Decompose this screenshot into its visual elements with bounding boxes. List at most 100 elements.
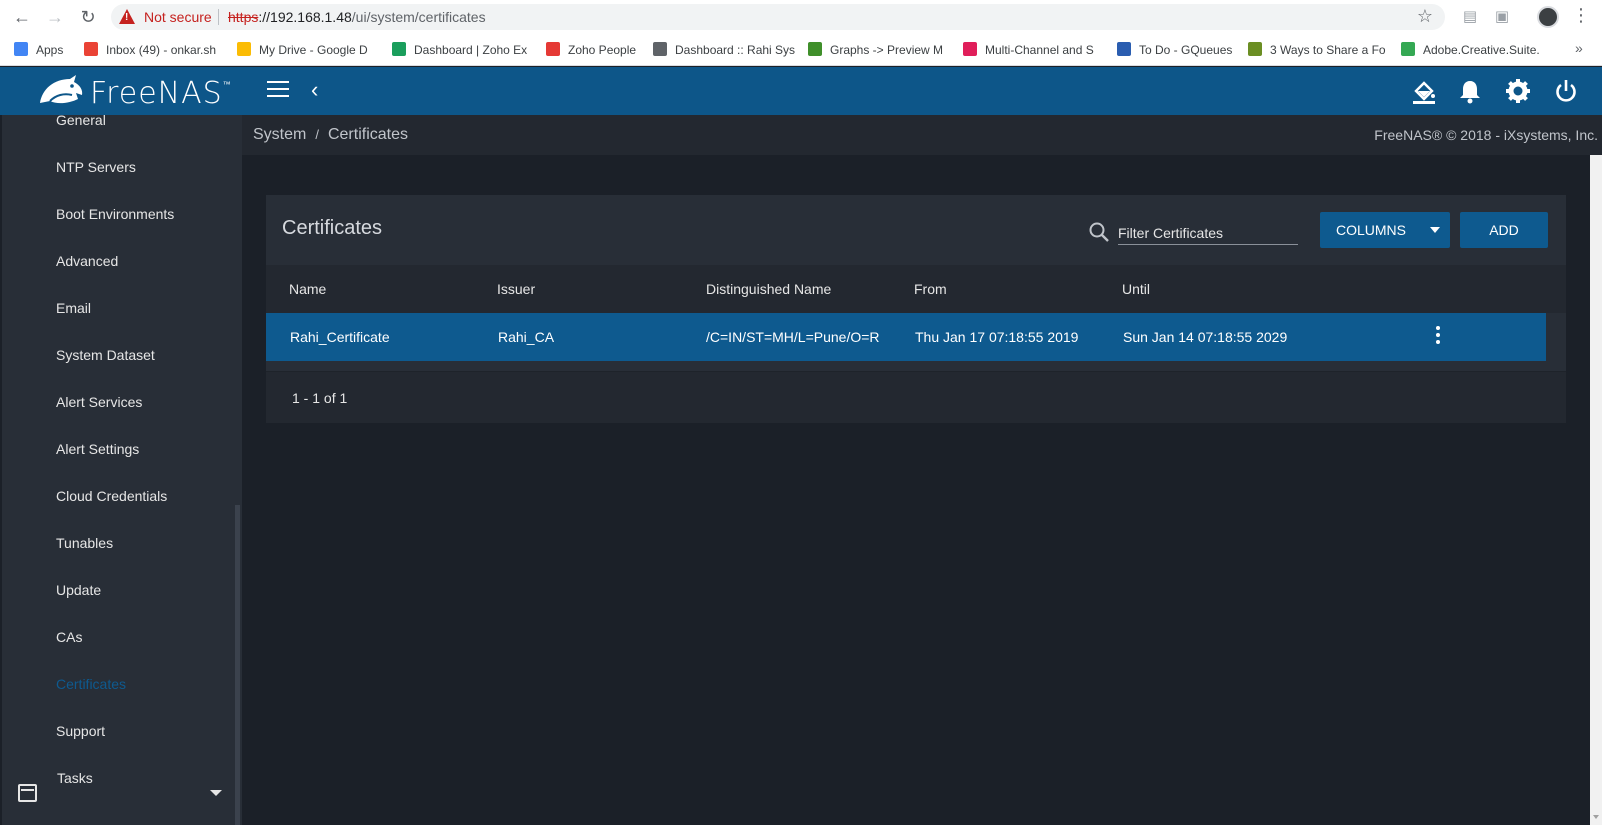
bookmark-favicon-icon <box>963 42 977 56</box>
column-header-issuer[interactable]: Issuer <box>497 281 535 297</box>
sidebar-item-cloud-credentials[interactable]: Cloud Credentials <box>56 488 167 504</box>
logo-text: FreeNAS™ <box>90 76 232 111</box>
sidebar-item-alert-settings[interactable]: Alert Settings <box>56 441 139 457</box>
breadcrumb-system[interactable]: System <box>253 126 306 143</box>
bookmark-item[interactable]: Multi-Channel and S <box>963 42 1094 57</box>
filter-certificates-input[interactable] <box>1118 221 1298 245</box>
sidebar-item-alert-services[interactable]: Alert Services <box>56 394 142 410</box>
bookmark-item[interactable]: My Drive - Google D <box>237 42 368 57</box>
bookmark-item[interactable]: Dashboard | Zoho Ex <box>392 42 527 57</box>
bookmark-item[interactable]: Apps <box>14 42 63 57</box>
sidebar-item-ntp-servers[interactable]: NTP Servers <box>56 159 136 175</box>
page-scrollbar[interactable] <box>1590 155 1602 825</box>
logo-trademark: ™ <box>222 80 232 89</box>
browser-toolbar: ← → ↻ Not secure https://192.168.1.48/ui… <box>0 0 1602 34</box>
gear-icon[interactable] <box>1504 77 1532 105</box>
sidebar-item-system-dataset[interactable]: System Dataset <box>56 347 155 363</box>
cell-name: Rahi_Certificate <box>290 329 390 345</box>
bookmark-label: Dashboard :: Rahi Sys <box>675 43 796 57</box>
bookmark-item[interactable]: Adobe.Creative.Suite. <box>1401 42 1540 57</box>
divider <box>266 361 1566 371</box>
security-label[interactable]: Not secure <box>144 9 212 25</box>
bookmark-label: Multi-Channel and S <box>985 43 1094 57</box>
column-header-until[interactable]: Until <box>1122 281 1150 297</box>
bookmark-item[interactable]: Dashboard :: Rahi Sys <box>653 42 795 57</box>
url-text[interactable]: https://192.168.1.48/ui/system/certifica… <box>228 9 486 25</box>
bell-icon[interactable] <box>1456 77 1484 105</box>
bookmark-item[interactable]: 3 Ways to Share a Fo <box>1248 42 1386 57</box>
certificates-card: Certificates COLUMNS ADD Name Issuer Dis… <box>266 195 1566 423</box>
bookmark-favicon-icon <box>1248 42 1262 56</box>
bookmark-label: 3 Ways to Share a Fo <box>1270 43 1386 57</box>
power-icon[interactable] <box>1552 77 1580 105</box>
bookmark-star-icon[interactable]: ☆ <box>1417 6 1433 27</box>
calendar-icon <box>18 784 37 802</box>
column-header-distinguished-name[interactable]: Distinguished Name <box>706 281 831 297</box>
sidebar-scrollbar[interactable] <box>235 505 240 825</box>
sidebar-item-tunables[interactable]: Tunables <box>56 535 113 551</box>
logo-word: FreeNAS <box>90 76 223 111</box>
sidebar-item-support[interactable]: Support <box>56 723 105 739</box>
bookmark-label: Dashboard | Zoho Ex <box>414 43 528 57</box>
warning-icon <box>119 9 135 24</box>
freenas-logo[interactable]: FreeNAS™ <box>0 67 242 115</box>
url-host: ://192.168.1.48 <box>258 9 352 25</box>
forward-arrow-icon[interactable]: → <box>45 7 65 27</box>
page-header: System / Certificates FreeNAS® © 2018 - iX… <box>242 115 1602 155</box>
sidebar-item-update[interactable]: Update <box>56 582 101 598</box>
bookmark-favicon-icon <box>808 42 822 56</box>
bookmark-favicon-icon <box>14 42 28 56</box>
extension-cast-icon[interactable]: ▤ <box>1460 7 1480 27</box>
bookmark-label: Inbox (49) - onkar.sh <box>106 43 217 57</box>
sidebar-item-boot-environments[interactable]: Boot Environments <box>56 206 174 222</box>
copyright-text: FreeNAS® © 2018 - iXsystems, Inc. <box>1374 127 1598 143</box>
browser-menu-icon[interactable]: ⋮ <box>1572 5 1590 26</box>
chevron-down-icon[interactable] <box>210 790 222 796</box>
column-header-from[interactable]: From <box>914 281 947 297</box>
url-scheme: https <box>228 9 259 25</box>
columns-button[interactable]: COLUMNS <box>1320 212 1450 248</box>
cell-from: Thu Jan 17 07:18:55 2019 <box>915 329 1079 345</box>
sidebar-item-general[interactable]: General <box>56 115 106 128</box>
breadcrumb-current: Certificates <box>327 126 408 143</box>
sidebar: General NTP Servers Boot Environments Advan… <box>2 115 242 825</box>
column-header-name[interactable]: Name <box>289 281 326 297</box>
bookmark-label: To Do - GQueues <box>1139 43 1233 57</box>
bookmark-label: Zoho People <box>568 43 637 57</box>
bookmark-item[interactable]: Inbox (49) - onkar.sh <box>84 42 216 57</box>
reload-icon[interactable]: ↻ <box>78 7 98 27</box>
chevron-left-icon[interactable]: ‹ <box>311 77 318 103</box>
back-arrow-icon[interactable]: ← <box>12 7 32 27</box>
divider <box>218 9 219 25</box>
add-button[interactable]: ADD <box>1460 212 1548 248</box>
cell-until: Sun Jan 14 07:18:55 2029 <box>1123 329 1288 345</box>
search-icon <box>1089 222 1109 242</box>
address-bar[interactable]: Not secure https://192.168.1.48/ui/syste… <box>111 4 1445 30</box>
paint-bucket-icon[interactable] <box>1410 77 1438 105</box>
hamburger-menu-icon[interactable] <box>267 81 289 99</box>
bookmark-favicon-icon <box>1117 42 1131 56</box>
caret-down-icon <box>1430 227 1440 233</box>
bookmark-favicon-icon <box>392 42 406 56</box>
bookmark-label: Adobe.Creative.Suite. <box>1423 43 1540 57</box>
bookmark-item[interactable]: Graphs -> Preview M <box>808 42 943 57</box>
bookmark-item[interactable]: Zoho People <box>546 42 636 57</box>
bookmarks-overflow-icon[interactable]: » <box>1575 40 1583 56</box>
table-row[interactable]: Rahi_Certificate Rahi_CA /C=IN/ST=MH/L=P… <box>266 313 1546 361</box>
sidebar-item-advanced[interactable]: Advanced <box>56 253 118 269</box>
bookmark-favicon-icon <box>1401 42 1415 56</box>
bookmark-label: My Drive - Google D <box>259 43 368 57</box>
pager-count: 1 - 1 of 1 <box>292 390 348 406</box>
bookmark-favicon-icon <box>84 42 98 56</box>
sidebar-item-tasks[interactable]: Tasks <box>57 770 93 786</box>
bookmark-item[interactable]: To Do - GQueues <box>1117 42 1232 57</box>
row-actions-kebab-icon[interactable] <box>1436 326 1440 348</box>
sidebar-item-certificates[interactable]: Certificates <box>56 676 126 692</box>
table-pager: 1 - 1 of 1 <box>266 371 1566 423</box>
sidebar-item-email[interactable]: Email <box>56 300 91 316</box>
extension-cart-icon[interactable]: ▣ <box>1492 7 1512 27</box>
breadcrumb: System / Certificates <box>253 126 408 144</box>
columns-label: COLUMNS <box>1336 222 1407 238</box>
profile-avatar-icon[interactable] <box>1537 6 1559 28</box>
sidebar-item-cas[interactable]: CAs <box>56 629 82 645</box>
